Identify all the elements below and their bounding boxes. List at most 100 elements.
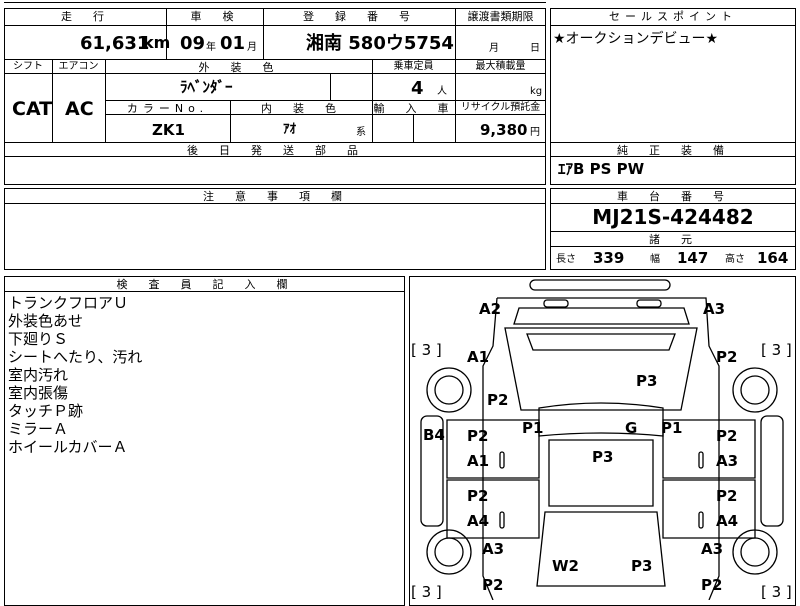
damage-mark: G [625, 419, 638, 437]
color-no-label: カラーNo. [126, 102, 209, 115]
genuine-equipment-label: 純 正 装 備 [617, 144, 729, 157]
shift-label: シフト [13, 61, 43, 72]
exterior-color-label: 外 装 色 [198, 61, 279, 74]
inspector-note: 室内汚れ [8, 366, 69, 384]
width-value: 147 [677, 249, 709, 267]
ac-label: エアコン [58, 61, 99, 72]
recycle-unit: 円 [530, 127, 540, 138]
damage-mark: P2 [716, 348, 738, 366]
transfer-month-unit: 月 [489, 43, 499, 54]
inspector-note: トランクフロアＵ [8, 294, 129, 312]
inspector-label: 検 査 員 記 入 欄 [116, 278, 293, 291]
inspector-note: 室内張傷 [8, 384, 69, 402]
damage-mark: P1 [522, 419, 544, 437]
divider [550, 25, 796, 26]
damage-mark: [ 3 ] [411, 341, 442, 359]
interior-color-label: 内 装 色 [261, 102, 341, 115]
color-no-value: ZK1 [152, 121, 185, 139]
specs-label: 諸 元 [649, 233, 697, 246]
divider [4, 203, 546, 204]
inspector-note: ミラーＡ [8, 420, 69, 438]
damage-mark: [ 3 ] [761, 341, 792, 359]
damage-mark: P3 [636, 372, 658, 390]
later-parts-label: 後 日 発 送 部 品 [187, 144, 363, 157]
damage-mark: P2 [467, 427, 489, 445]
divider [330, 73, 331, 100]
height-value: 164 [757, 249, 789, 267]
capacity-unit: 人 [437, 86, 447, 97]
damage-mark: A2 [479, 300, 502, 318]
divider [4, 59, 546, 60]
damage-mark: A1 [467, 348, 490, 366]
transfer-day-unit: 日 [530, 43, 540, 54]
damage-mark: A3 [482, 540, 505, 558]
damage-mark: [ 3 ] [411, 583, 442, 601]
shift-value: CAT [12, 98, 53, 120]
damage-mark: P2 [716, 427, 738, 445]
damage-mark: P2 [716, 487, 738, 505]
interior-suffix: 系 [356, 127, 366, 138]
registration-plate: 湘南 580ウ5754 [306, 33, 454, 54]
import-label: 輸 入 車 [373, 102, 454, 115]
inspector-note: 下廻りＳ [8, 330, 69, 348]
genuine-equipment-value: ｴｱB PS PW [558, 160, 645, 178]
damage-mark: A3 [716, 452, 739, 470]
inspection-label: 車 検 [190, 10, 239, 23]
registration-label: 登 録 番 号 [303, 10, 415, 23]
damage-mark: P3 [592, 448, 614, 466]
capacity-value: 4 [411, 78, 424, 99]
ac-value: AC [65, 98, 94, 120]
divider [413, 114, 414, 142]
transfer-date-label: 譲渡書類期限 [467, 10, 534, 23]
max-load-label: 最大積載量 [475, 61, 526, 72]
divider [4, 25, 546, 26]
inspector-note: 外装色あせ [8, 312, 84, 330]
damage-mark: [ 3 ] [761, 583, 792, 601]
inspection-year-unit: 年 [206, 42, 216, 53]
damage-mark: P2 [701, 576, 723, 594]
damage-mark: A4 [467, 512, 490, 530]
damage-mark: P2 [487, 391, 509, 409]
exterior-color-value: ﾗﾍﾞﾝﾀﾞｰ [180, 78, 233, 96]
sales-point-label: セールスポイント [609, 10, 737, 23]
capacity-label: 乗車定員 [393, 61, 434, 72]
inspection-month-unit: 月 [247, 42, 257, 53]
divider [4, 291, 405, 292]
max-load-unit: kg [530, 86, 543, 97]
mileage-label: 走 行 [61, 10, 109, 23]
inspection-month: 01 [220, 33, 246, 54]
inspector-notes: トランクフロアＵ 外装色あせ 下廻りＳ シートへたり、汚れ 室内汚れ 室内張傷 … [8, 294, 142, 456]
damage-mark: A4 [716, 512, 739, 530]
damage-mark: A3 [701, 540, 724, 558]
divider [550, 231, 796, 232]
divider [550, 246, 796, 247]
damage-mark: P2 [482, 576, 504, 594]
damage-mark: P2 [467, 487, 489, 505]
inspector-note: タッチＰ跡 [8, 402, 84, 420]
damage-mark: B4 [423, 426, 445, 444]
width-label: 幅 [650, 254, 660, 265]
height-label: 高さ [725, 254, 745, 265]
caution-label: 注 意 事 項 欄 [203, 190, 347, 203]
divider [550, 142, 796, 143]
damage-mark: A3 [703, 300, 726, 318]
mileage-unit: km [143, 33, 171, 52]
chassis-value: MJ21S-424482 [592, 205, 754, 229]
sales-point-text: ★オークションデビュー★ [553, 31, 719, 47]
damage-mark: P1 [661, 419, 683, 437]
damage-mark: P3 [631, 557, 653, 575]
divider [4, 142, 546, 143]
length-label: 長さ [556, 254, 576, 265]
length-value: 339 [593, 249, 625, 267]
damage-mark: W2 [552, 557, 579, 575]
divider [550, 203, 796, 204]
chassis-label: 車 台 番 号 [617, 190, 729, 203]
mileage-value: 61,631 [80, 33, 150, 54]
inspector-note: ホイールカバーＡ [8, 438, 128, 456]
damage-mark: A1 [467, 452, 490, 470]
divider [105, 100, 546, 101]
inspector-note: シートへたり、汚れ [8, 348, 143, 366]
interior-color-value: ｱｵ [283, 122, 296, 137]
inspection-year: 09 [180, 33, 206, 54]
top-edge-line [4, 2, 546, 3]
